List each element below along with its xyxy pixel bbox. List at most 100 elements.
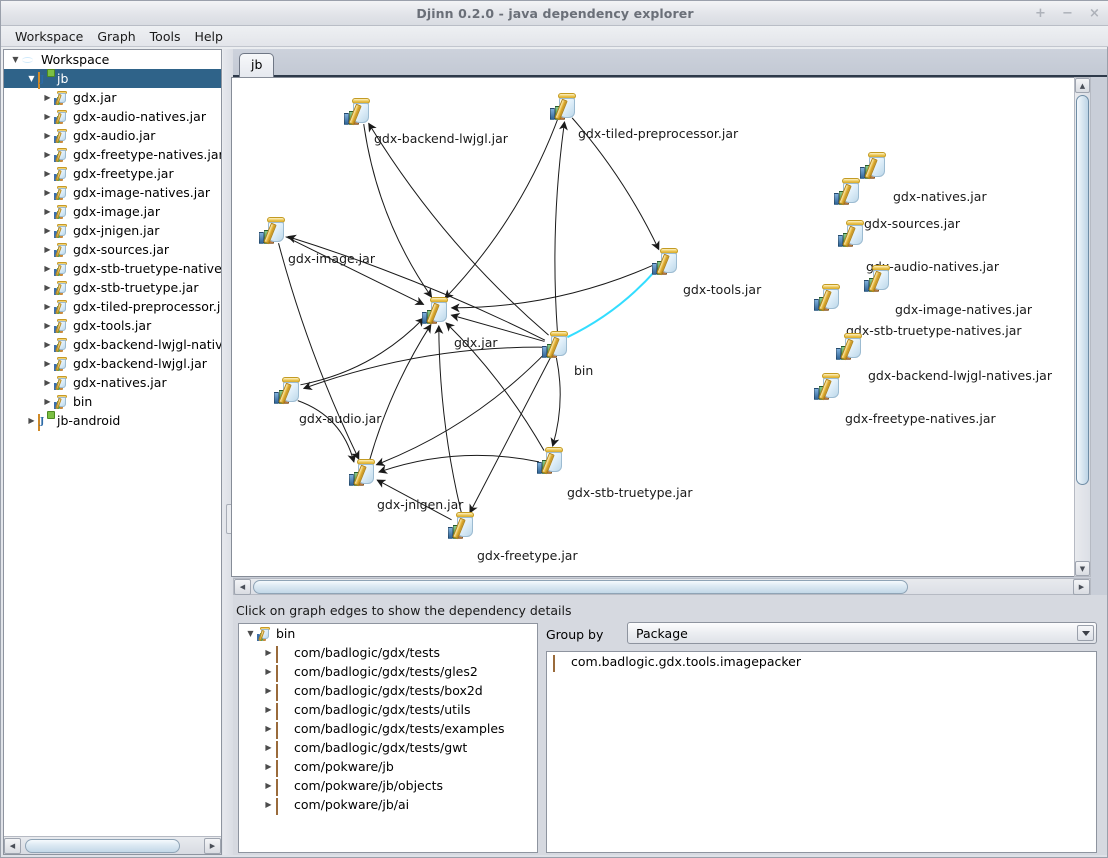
sidebar-item-gdx-audio-natives-jar[interactable]: ▶ gdx-audio-natives.jar [4,107,221,126]
twisty-collapsed-icon[interactable]: ▶ [42,126,53,145]
twisty-collapsed-icon[interactable]: ▶ [42,145,53,164]
graph-node-gdx-image-jar[interactable] [259,216,285,245]
twisty-collapsed-icon[interactable]: ▶ [263,757,274,776]
sidebar-item-jb[interactable]: ▼ jb [4,69,221,89]
graph-edge[interactable] [368,323,432,462]
twisty-collapsed-icon[interactable]: ▶ [42,392,53,411]
twisty-collapsed-icon[interactable]: ▶ [42,88,53,107]
twisty-collapsed-icon[interactable]: ▶ [263,662,274,681]
dependency-tree-row[interactable]: ▶ com/badlogic/gdx/tests/examples [239,719,537,739]
sidebar-item-gdx-sources-jar[interactable]: ▶ gdx-sources.jar [4,240,221,259]
sidebar-item-gdx-freetype-natives-jar[interactable]: ▶ gdx-freetype-natives.jar [4,145,221,164]
sidebar-scroll-track[interactable] [21,838,204,854]
graph-node-gdx-image-natives-jar[interactable] [864,264,890,293]
graph-edge[interactable] [300,317,425,386]
graph-vertical-scrollbar[interactable]: ▲ ▼ [1074,77,1091,577]
twisty-collapsed-icon[interactable]: ▶ [42,107,53,126]
dependency-tree-row[interactable]: ▶ com/badlogic/gdx/tests/utils [239,700,537,720]
twisty-collapsed-icon[interactable]: ▶ [263,776,274,795]
graph-edge-highlighted[interactable] [566,270,656,339]
twisty-collapsed-icon[interactable]: ▶ [263,719,274,738]
sidebar-item-jb-android[interactable]: ▶ jb-android [4,411,221,431]
twisty-collapsed-icon[interactable]: ▶ [42,259,53,278]
scroll-down-icon[interactable]: ▼ [1075,561,1090,576]
graph-node-gdx-stb-truetype-jar[interactable] [537,446,563,475]
twisty-collapsed-icon[interactable]: ▶ [263,795,274,814]
maximize-button[interactable]: + [1034,7,1047,20]
scroll-left-icon-2[interactable]: ◀ [234,578,251,595]
graph-vscroll-thumb[interactable] [1076,95,1089,485]
graph-node-gdx-tiled-preprocessor-jar[interactable] [550,92,576,121]
workspace-tree[interactable]: ▼ Workspace ▼ jb ▶ gdx.jar ▶ gdx-audio-natives.… [4,50,221,836]
close-button[interactable]: × [1088,7,1101,20]
graph-node-bin[interactable] [542,330,568,359]
sidebar-item-gdx-jnigen-jar[interactable]: ▶ gdx-jnigen.jar [4,221,221,240]
twisty-expanded-icon[interactable]: ▼ [245,624,256,643]
dependency-tree-row[interactable]: ▼ bin [239,624,537,643]
tab-jb[interactable]: jb [239,53,275,77]
sidebar-item-gdx-stb-truetype-jar[interactable]: ▶ gdx-stb-truetype.jar [4,278,221,297]
dependency-tree-row[interactable]: ▶ com/badlogic/gdx/tests [239,643,537,663]
graph-node-gdx-backend-lwjgl-natives-jar[interactable] [836,332,862,361]
twisty-collapsed-icon[interactable]: ▶ [42,240,53,259]
menu-help[interactable]: Help [187,27,230,46]
sidebar-item-gdx-stb-truetype-natives-jar[interactable]: ▶ gdx-stb-truetype-natives.jar [4,259,221,278]
horizontal-splitter[interactable] [233,595,1107,603]
twisty-collapsed-icon[interactable]: ▶ [42,221,53,240]
graph-node-gdx-sources-jar[interactable] [834,177,860,206]
graph-edge[interactable] [375,351,547,466]
graph-canvas[interactable]: gdx-backend-lwjgl.jar gdx-tiled-preproces… [231,77,1089,577]
graph-node-gdx-freetype-natives-jar[interactable] [814,372,840,401]
graph-node-gdx-jnigen-jar[interactable] [349,458,375,487]
twisty-collapsed-icon[interactable]: ▶ [42,373,53,392]
graph-horizontal-scrollbar[interactable]: ◀ ▶ [233,578,1091,595]
twisty-collapsed-icon[interactable]: ▶ [42,335,53,354]
group-by-select[interactable]: Package [627,622,1097,644]
twisty-expanded-icon[interactable]: ▼ [10,50,21,69]
twisty-collapsed-icon[interactable]: ▶ [26,411,37,430]
graph-node-gdx-audio-natives-jar[interactable] [838,219,864,248]
scroll-left-icon[interactable]: ◀ [4,837,21,854]
graph-hscroll-thumb[interactable] [253,579,908,594]
menu-tools[interactable]: Tools [143,27,188,46]
graph-edge[interactable] [378,454,540,474]
menu-graph[interactable]: Graph [90,27,142,46]
twisty-collapsed-icon[interactable]: ▶ [42,316,53,335]
sidebar-item-gdx-backend-lwjgl-jar[interactable]: ▶ gdx-backend-lwjgl.jar [4,354,221,373]
sidebar-horizontal-scrollbar[interactable]: ◀ ▶ [4,836,221,854]
twisty-collapsed-icon[interactable]: ▶ [263,643,274,662]
graph-node-gdx-tools-jar[interactable] [652,247,678,276]
graph-edge[interactable] [554,121,568,333]
result-list-item[interactable]: com.badlogic.gdx.tools.imagepacker [547,652,1096,672]
graph-node-gdx-stb-truetype-natives-jar[interactable] [814,283,840,312]
sidebar-scroll-thumb[interactable] [25,838,180,853]
graph-edge[interactable] [302,346,545,390]
sidebar-item-gdx-tools-jar[interactable]: ▶ gdx-tools.jar [4,316,221,335]
sidebar-item-gdx-tiled-preprocessor-jar[interactable]: ▶ gdx-tiled-preprocessor.jar [4,297,221,316]
dependency-results-list[interactable]: com.badlogic.gdx.tools.imagepacker [546,651,1097,853]
scroll-right-icon-2[interactable]: ▶ [1073,578,1090,595]
sidebar-item-workspace[interactable]: ▼ Workspace [4,50,221,69]
twisty-collapsed-icon[interactable]: ▶ [42,278,53,297]
dependency-tree-row[interactable]: ▶ com/pokware/jb/ai [239,795,537,815]
sidebar-item-gdx-natives-jar[interactable]: ▶ gdx-natives.jar [4,373,221,392]
graph-node-gdx-natives-jar[interactable] [860,151,886,180]
twisty-collapsed-icon[interactable]: ▶ [263,700,274,719]
scroll-up-icon[interactable]: ▲ [1075,78,1090,93]
sidebar-item-gdx-freetype-jar[interactable]: ▶ gdx-freetype.jar [4,164,221,183]
scroll-right-icon[interactable]: ▶ [204,837,221,854]
graph-hscroll-track[interactable] [251,579,1073,595]
twisty-collapsed-icon[interactable]: ▶ [263,738,274,757]
menu-workspace[interactable]: Workspace [8,27,90,46]
twisty-expanded-icon[interactable]: ▼ [26,69,37,88]
dependency-tree-row[interactable]: ▶ com/badlogic/gdx/tests/gles2 [239,662,537,682]
dependency-tree-row[interactable]: ▶ com/pokware/jb [239,757,537,777]
twisty-collapsed-icon[interactable]: ▶ [42,183,53,202]
twisty-collapsed-icon[interactable]: ▶ [42,354,53,373]
minimize-button[interactable]: − [1061,7,1074,20]
sidebar-item-gdx-jar[interactable]: ▶ gdx.jar [4,88,221,107]
graph-edge[interactable] [278,243,360,460]
graph-node-gdx-audio-jar[interactable] [274,376,300,405]
graph-node-gdx-freetype-jar[interactable] [448,511,474,540]
graph-edge[interactable] [285,236,425,305]
